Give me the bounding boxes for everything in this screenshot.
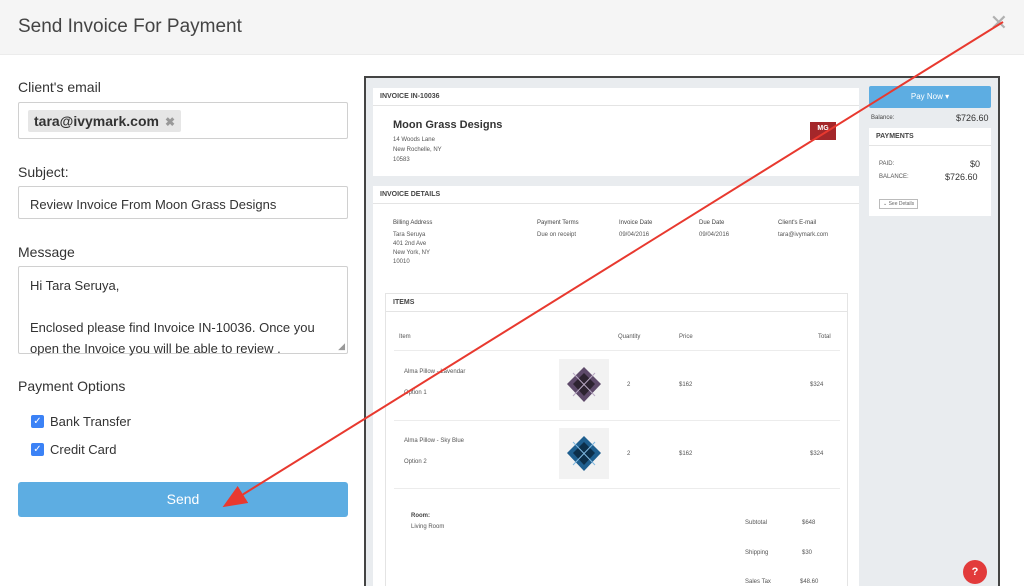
- annotation-arrow: [222, 21, 1004, 508]
- help-icon[interactable]: ?: [963, 560, 987, 584]
